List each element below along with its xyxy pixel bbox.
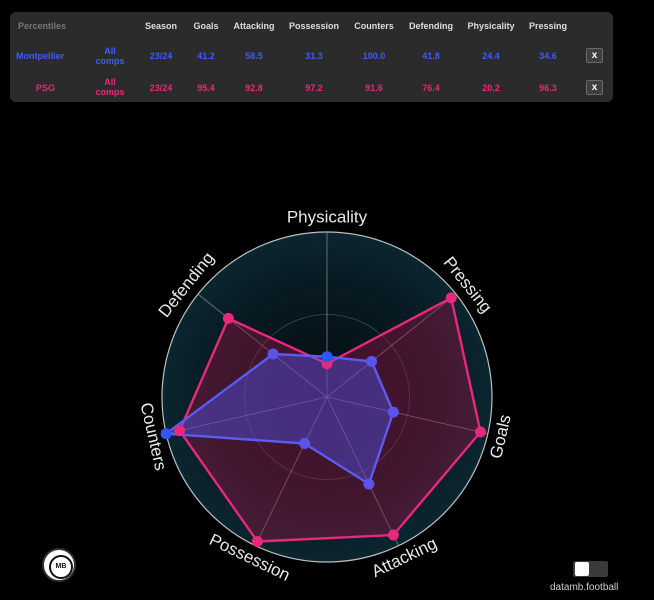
- value-attacking: 58.5: [245, 51, 263, 61]
- watermark-text: datamb.football: [550, 582, 619, 593]
- competition-line2: comps: [95, 56, 125, 66]
- datamb-logo: MB: [42, 548, 76, 582]
- value-pressing: 34.6: [539, 51, 557, 61]
- data-point-psg-possession[interactable]: [251, 536, 263, 547]
- value-goals: 41.2: [197, 51, 215, 61]
- value-counters: 100.0: [362, 51, 386, 61]
- data-point-montpellier-possession[interactable]: [299, 438, 311, 449]
- data-point-montpellier-goals[interactable]: [387, 406, 399, 418]
- data-point-psg-counters[interactable]: [174, 425, 186, 437]
- remove-montpellier-button[interactable]: x: [586, 48, 603, 63]
- value-pressing: 96.3: [539, 83, 557, 93]
- data-point-psg-attacking[interactable]: [387, 529, 399, 541]
- column-header-defending: Defending: [409, 21, 453, 31]
- data-point-montpellier-defending[interactable]: [267, 348, 279, 360]
- app-root: Physicality Pressing Goals Attacking Possess…: [0, 0, 654, 600]
- column-header-counters: Counters: [354, 21, 394, 31]
- data-point-psg-pressing[interactable]: [445, 292, 457, 304]
- data-point-montpellier-physicality[interactable]: [321, 351, 333, 363]
- percentiles-panel: Percentiles Season Goals Attacking Posse…: [10, 12, 613, 102]
- competition-montpellier: All comps: [90, 46, 130, 66]
- competition-line1: All: [104, 77, 116, 87]
- data-point-montpellier-pressing[interactable]: [366, 355, 378, 367]
- value-season: 23/24: [149, 83, 173, 93]
- column-header-goals: Goals: [193, 21, 219, 31]
- value-goals: 95.4: [197, 83, 215, 93]
- logo-mark: MB: [49, 555, 73, 579]
- competition-line2: comps: [95, 87, 125, 97]
- column-header-pressing: Pressing: [528, 21, 568, 31]
- value-defending: 41.8: [422, 51, 440, 61]
- table-title: Percentiles: [18, 21, 67, 31]
- value-possession: 31.3: [305, 51, 323, 61]
- value-counters: 91.6: [365, 83, 383, 93]
- toggle-knob: [575, 562, 589, 576]
- team-name-montpellier: Montpellier: [16, 51, 65, 61]
- data-point-psg-defending[interactable]: [222, 312, 234, 324]
- column-header-season: Season: [144, 21, 177, 31]
- remove-psg-button[interactable]: x: [586, 80, 603, 95]
- column-header-possession: Possession: [288, 21, 340, 31]
- competition-line1: All: [104, 46, 116, 56]
- theme-toggle[interactable]: [573, 561, 608, 577]
- value-physicality: 24.4: [482, 51, 500, 61]
- data-point-psg-goals[interactable]: [475, 426, 486, 438]
- competition-psg: All comps: [90, 77, 130, 97]
- value-possession: 97.2: [305, 83, 323, 93]
- value-physicality: 20.2: [482, 83, 500, 93]
- column-header-physicality: Physicality: [467, 21, 515, 31]
- axis-label-physicality: Physicality: [287, 207, 368, 226]
- column-header-attacking: Attacking: [233, 21, 275, 31]
- team-name-psg: PSG: [36, 83, 56, 93]
- value-defending: 76.4: [422, 83, 440, 93]
- value-season: 23/24: [149, 51, 173, 61]
- value-attacking: 92.8: [245, 83, 263, 93]
- data-point-montpellier-attacking[interactable]: [363, 478, 375, 490]
